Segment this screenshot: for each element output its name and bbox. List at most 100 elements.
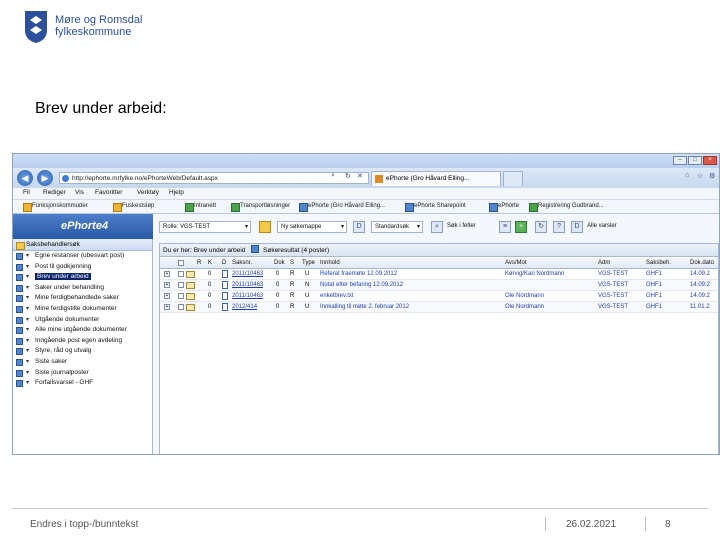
expand-row-icon[interactable]: + xyxy=(164,293,170,299)
cell-saksnr[interactable]: 2012/414 xyxy=(232,302,257,313)
menu-verktoy[interactable]: Verktøy xyxy=(137,189,159,196)
row-checkbox[interactable] xyxy=(178,304,184,310)
forward-icon[interactable]: ▶ xyxy=(37,170,53,186)
menu-rediger[interactable]: Rediger xyxy=(43,189,66,196)
menu-bar: Fil Rediger Vis Favoritter Verktøy Hjelp xyxy=(13,188,719,200)
tab-new[interactable] xyxy=(503,171,523,186)
search-icon[interactable]: ⌕ xyxy=(331,172,335,180)
favorite-item[interactable]: Registrering Gudbrand... xyxy=(529,203,604,212)
table-row[interactable]: + 0 2011/10463 0 R N Notat etter befarin… xyxy=(160,280,718,291)
minimize-button[interactable]: – xyxy=(673,156,687,165)
sidebar-item-siste-journalposter[interactable]: ▾ Siste journalposter xyxy=(13,368,152,379)
menu-favoritter[interactable]: Favoritter xyxy=(95,189,122,196)
role-select[interactable]: Rolle: VGS-TEST xyxy=(159,221,251,233)
table-row[interactable]: + 0 2011/10463 0 R U enkelbrev.txt Ole N… xyxy=(160,291,718,302)
maximize-button[interactable]: □ xyxy=(688,156,702,165)
table-row[interactable]: + 0 2012/414 0 R U Innkalling til møte 2… xyxy=(160,302,718,313)
document-icon[interactable] xyxy=(222,281,228,289)
sidebar-item-mine-ferdigbehandlede[interactable]: ▾ Mine ferdigbehandlede saker xyxy=(13,293,152,304)
menu-fil[interactable]: Fil xyxy=(23,189,30,196)
column-header-innhold[interactable]: Innhold xyxy=(320,258,340,269)
favorite-item[interactable]: Intranett xyxy=(185,203,216,212)
column-header-saksbeh[interactable]: Saksbeh. xyxy=(646,258,671,269)
cell-saksnr[interactable]: 2011/10463 xyxy=(232,291,263,302)
document-icon[interactable] xyxy=(222,303,228,311)
tab-ephorte[interactable]: ePhorte (Gro Håvard Elling... xyxy=(371,171,501,186)
list-icon[interactable]: ≡ xyxy=(499,221,511,233)
favorite-item[interactable]: Transportløsninger xyxy=(231,203,290,212)
column-header-avsmot[interactable]: Avs/Mot xyxy=(505,258,527,269)
search-folder-select[interactable]: Ny søkemappe xyxy=(277,221,347,233)
sidebar-item-alle-utgaende[interactable]: ▾ Alle mine utgående dokumenter xyxy=(13,325,152,336)
cell-innhold[interactable]: enkelbrev.txt xyxy=(320,291,354,302)
favorites-star-icon[interactable]: ☆ xyxy=(697,172,703,180)
sidebar-item-inngaende[interactable]: ▾ Inngående post egen avdeling xyxy=(13,336,152,347)
refresh-icon[interactable]: ↻ xyxy=(345,172,351,180)
sidebar-item-post-til-godkjenning[interactable]: ▾ Post til godkjenning xyxy=(13,262,152,273)
view-select[interactable]: Standardsøk xyxy=(371,221,423,233)
panel-title[interactable]: Saksbehandlersøk xyxy=(13,239,152,251)
row-checkbox[interactable] xyxy=(178,293,184,299)
cell-adm: VGS-TEST xyxy=(598,271,629,277)
alerts-icon[interactable]: D xyxy=(571,221,583,233)
cell-saksnr[interactable]: 2011/10463 xyxy=(232,280,263,291)
cell-innhold[interactable]: Referat fraemøte 12.09.2012 xyxy=(320,269,397,280)
favorite-item[interactable]: Funksjonskommuder xyxy=(23,203,88,212)
column-header-dok[interactable]: Dok xyxy=(274,258,285,269)
home-icon[interactable]: ⌂ xyxy=(685,172,689,179)
footer-divider xyxy=(12,508,708,509)
cell-innhold[interactable]: Innkalling til møte 2. februar 2012 xyxy=(320,302,409,313)
expand-row-icon[interactable]: + xyxy=(164,304,170,310)
favorite-item[interactable]: ePhorte (Gro Håvard Elling... xyxy=(299,203,385,212)
breadcrumb-current[interactable]: Brev under arbeid xyxy=(194,247,246,254)
column-header-dokdato[interactable]: Dok.dato xyxy=(690,258,714,269)
result-count-label[interactable]: Søkeresultat (4 poster) xyxy=(263,247,329,254)
sidebar-item-saker-under-behandling[interactable]: ▾ Saker under behandling xyxy=(13,283,152,294)
sidebar-item-egne-restanser[interactable]: ▾ Egne restanser (ubesvart post) xyxy=(13,251,152,262)
cell-saksnr[interactable]: 2011/10463 xyxy=(232,269,263,280)
sidebar-item-styre-rad-utvalg[interactable]: ▾ Styre, råd og utvalg xyxy=(13,346,152,357)
sidebar-item-forfallsvarsel[interactable]: ▾ Forfallsvarsel - GHF xyxy=(13,378,152,389)
column-header-d[interactable]: D xyxy=(222,258,226,269)
menu-vis[interactable]: Vis xyxy=(75,189,84,196)
cell-innhold[interactable]: Notat etter befaring 12.09.2012 xyxy=(320,280,403,291)
help-icon[interactable]: ? xyxy=(553,221,565,233)
column-header-r[interactable]: R xyxy=(197,258,201,269)
expand-row-icon[interactable]: + xyxy=(164,282,170,288)
sidebar-item-utgaende[interactable]: ▾ Utgående dokumenter xyxy=(13,315,152,326)
search-fields-icon[interactable]: ⌕ xyxy=(431,221,443,233)
column-header-s[interactable]: S xyxy=(290,258,294,269)
refresh-app-icon[interactable]: ↻ xyxy=(535,221,547,233)
table-row[interactable]: + 0 2011/10463 0 R U Referat fraemøte 12… xyxy=(160,269,718,280)
add-icon[interactable]: + xyxy=(515,221,527,233)
favorite-item[interactable]: ePhorte Sharepoint xyxy=(405,203,466,212)
cell-type: N xyxy=(305,282,310,288)
sidebar-item-mine-ferdigstilte[interactable]: ▾ Mine ferdigstilte dokumenter xyxy=(13,304,152,315)
select-all-checkbox[interactable] xyxy=(178,260,184,266)
row-checkbox[interactable] xyxy=(178,282,184,288)
sidebar-item-brev-under-arbeid[interactable]: ▾ Brev under arbeid xyxy=(13,272,152,283)
menu-hjelp[interactable]: Hjelp xyxy=(169,189,184,196)
tools-gear-icon[interactable]: ⚙ xyxy=(709,172,715,180)
favorite-item[interactable]: Fuskestsløp xyxy=(113,203,154,212)
document-icon[interactable] xyxy=(222,270,228,278)
column-header-adm[interactable]: Adm xyxy=(598,258,610,269)
column-header-k[interactable]: K xyxy=(208,258,212,269)
row-checkbox[interactable] xyxy=(178,271,184,277)
close-button[interactable]: × xyxy=(703,156,717,165)
stop-icon[interactable]: ✕ xyxy=(357,172,363,180)
url-input[interactable]: http://ephorte.mrfylke.no/ePhorteWeb/Def… xyxy=(59,172,369,184)
footer-date: 26.02.2021 xyxy=(566,519,617,530)
column-header-saksnr[interactable]: Saksnr. xyxy=(232,258,252,269)
expand-row-icon[interactable]: + xyxy=(164,271,170,277)
search-type-icon[interactable]: D xyxy=(353,221,365,233)
favorite-item[interactable]: ePhorte xyxy=(489,203,519,212)
alerts-label[interactable]: Alle varsler xyxy=(587,223,617,229)
sidebar-item-siste-saker[interactable]: ▾ Siste saker xyxy=(13,357,152,368)
document-icon[interactable] xyxy=(222,292,228,300)
footer-separator xyxy=(645,517,646,531)
back-icon[interactable]: ◀ xyxy=(17,170,33,186)
folder-icon[interactable] xyxy=(259,221,271,233)
search-fields-label[interactable]: Søk i felter xyxy=(447,223,476,229)
column-header-type[interactable]: Type xyxy=(302,258,315,269)
